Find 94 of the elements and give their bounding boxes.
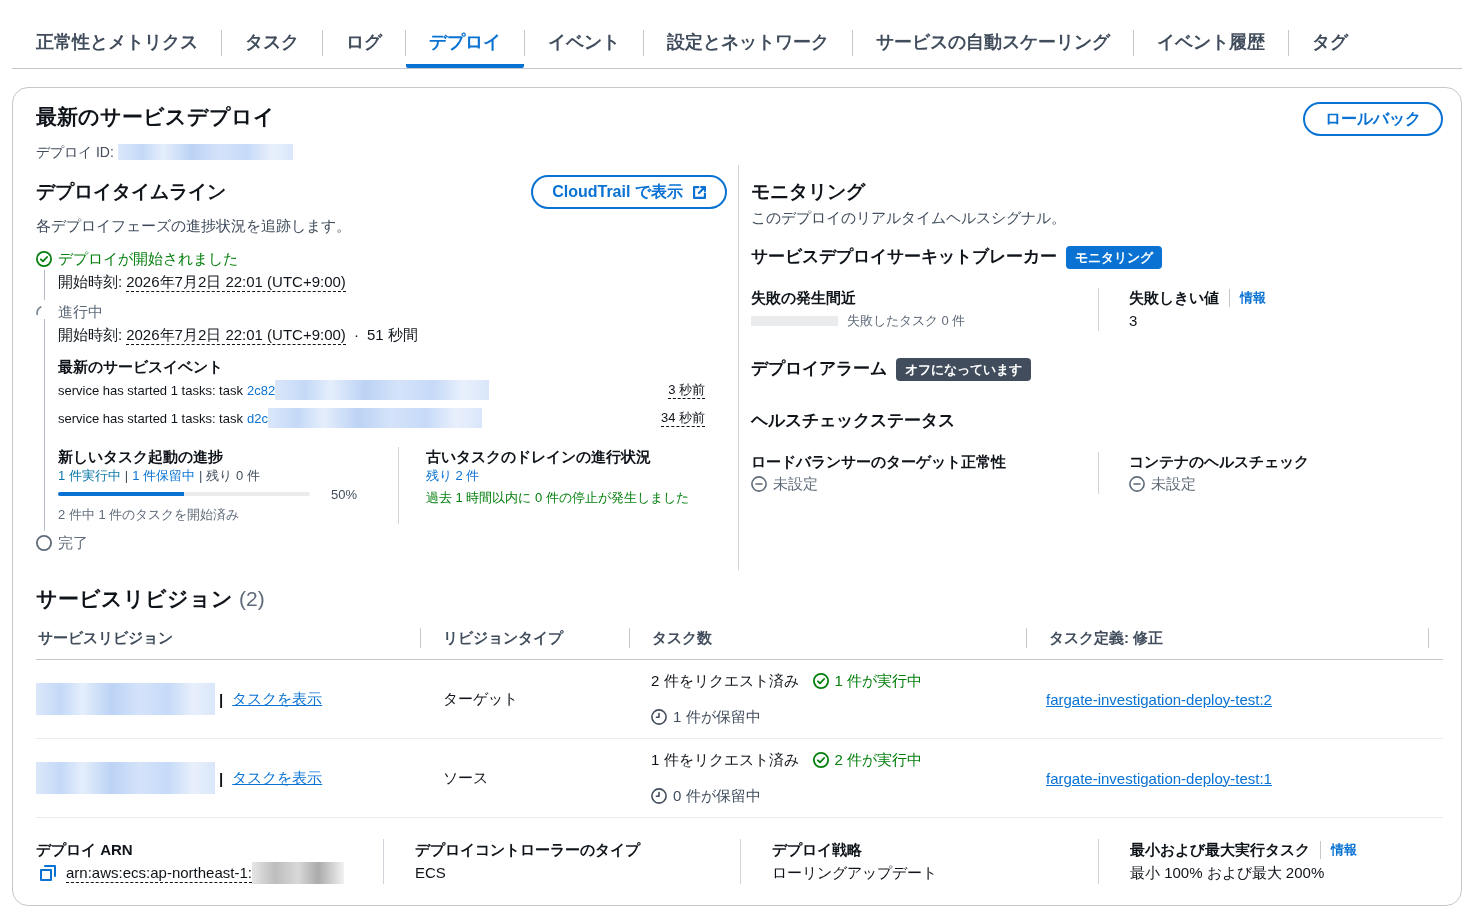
cloudtrail-button[interactable]: CloudTrail で表示 (531, 175, 727, 209)
section-title: デプロイアラーム (751, 358, 887, 380)
clock-icon (651, 788, 667, 804)
section-title: サービスデプロイサーキットブレーカー (751, 246, 1057, 268)
spinner-icon (36, 306, 42, 316)
info-link[interactable]: 情報 (1331, 841, 1357, 859)
minus-circle-icon (751, 476, 767, 492)
section-title: ヘルスチェックステータス (751, 410, 956, 432)
requested-count: 1 件をリクエスト済み (651, 750, 799, 770)
column-header: サービスリビジョン (38, 628, 173, 648)
start-label: 開始時刻: (58, 272, 123, 292)
tab[interactable]: ログ (323, 18, 405, 68)
field-label: 失敗しきい値 (1129, 288, 1219, 308)
field-label: デプロイコントローラーのタイプ (415, 840, 640, 860)
section-description: このデプロイのリアルタイムヘルスシグナル。 (751, 208, 1067, 228)
event-message: service has started 1 tasks: task 2c82 (58, 382, 276, 398)
step-title: 完了 (58, 533, 89, 553)
pending-count: 0 件が保留中 (673, 786, 761, 806)
section-title: モニタリング (751, 180, 867, 204)
step-title: デプロイが開始されました (58, 249, 239, 269)
step-title: 進行中 (58, 302, 104, 322)
field-value: 最小 100% および最大 200% (1130, 863, 1325, 883)
field-label: デプロイ戦略 (772, 840, 862, 860)
check-circle-icon (36, 251, 52, 267)
view-tasks-link[interactable]: タスクを表示 (232, 689, 323, 709)
revision-type: ターゲット (443, 689, 518, 709)
rollback-button[interactable]: ロールバック (1303, 102, 1443, 136)
subsection-title: 古いタスクのドレインの進行状況 (426, 447, 652, 467)
field-label: コンテナのヘルスチェック (1129, 452, 1310, 472)
column-header: タスク数 (652, 628, 712, 648)
tab[interactable]: サービスの自動スケーリング (853, 18, 1133, 68)
revision-type: ソース (443, 768, 488, 788)
check-circle-icon (812, 752, 829, 768)
duration-text: 51 秒間 (366, 325, 418, 345)
item-count: (2) (239, 586, 265, 612)
progress-caption: 2 件中 1 件のタスクを開始済み (58, 506, 241, 524)
separator-text: | (219, 690, 224, 708)
separator-text: | (219, 769, 224, 787)
field-label: デプロイ ARN (36, 840, 133, 860)
task-status-summary: 1 件実行中 | 1 件保留中 | 残り 0 件 (58, 467, 261, 485)
field-value: 3 (1129, 311, 1139, 331)
section-title: デプロイタイムライン (36, 180, 226, 204)
clock-icon (651, 709, 667, 725)
field-label: 最小および最大実行タスク (1130, 840, 1310, 860)
tab[interactable]: タスク (222, 18, 322, 68)
task-link[interactable]: 2c82 (246, 382, 276, 398)
status-badge: モニタリング (1066, 245, 1162, 269)
dot-separator: · (353, 325, 359, 345)
relative-time: 34 秒前 (660, 409, 705, 427)
timestamp: 2026年7月2日 22:01 (UTC+9:00) (126, 272, 346, 292)
running-count: 2 件が実行中 (834, 750, 923, 770)
id-label: デプロイ ID: (36, 143, 114, 162)
field-label: ロードバランサーのターゲット正常性 (751, 452, 1007, 472)
relative-time: 3 秒前 (668, 381, 705, 399)
event-message: service has started 1 tasks: task d2c (58, 410, 268, 426)
subsection-title: 最新のサービスイベント (58, 357, 224, 377)
running-count: 1 件が実行中 (834, 671, 923, 691)
external-link-icon (692, 185, 706, 199)
timestamp: 2026年7月2日 22:01 (UTC+9:00) (126, 325, 346, 345)
tab[interactable]: タグ (1289, 18, 1371, 68)
remaining-count: 残り 2 件 (426, 467, 481, 485)
subsection-title: 新しいタスク起動の進捗 (58, 447, 224, 467)
field-value: ECS (415, 863, 446, 883)
view-tasks-link[interactable]: タスクを表示 (232, 768, 323, 788)
copy-icon (40, 865, 56, 881)
column-header: タスク定義: 修正 (1049, 628, 1164, 648)
arn-text: arn:aws:ecs:ap-northeast-1: (66, 863, 252, 883)
progress-percent: 50% (331, 486, 358, 502)
check-circle-icon (812, 673, 829, 689)
empty-circle-icon (36, 535, 52, 551)
tab[interactable]: デプロイ (406, 18, 524, 68)
status-badge: オフになっています (896, 357, 1031, 381)
drain-note: 過去 1 時間以内に 0 件の停止が発生しました (426, 489, 690, 507)
info-link[interactable]: 情報 (1240, 289, 1266, 307)
field-value: ローリングアップデート (772, 863, 937, 883)
column-header: リビジョンタイプ (443, 628, 563, 648)
start-label: 開始時刻: (58, 325, 123, 345)
tab[interactable]: イベント履歴 (1134, 18, 1288, 68)
tab[interactable]: 正常性とメトリクス (13, 18, 221, 68)
minus-circle-icon (1129, 476, 1145, 492)
failure-count: 失敗したタスク 0 件 (847, 312, 966, 330)
tab[interactable]: 設定とネットワーク (644, 18, 852, 68)
section-description: 各デプロイフェーズの進捗状況を追跡します。 (36, 216, 352, 236)
task-link[interactable]: d2c (246, 410, 268, 426)
panel-title: 最新のサービスデプロイ (36, 104, 276, 130)
section-title: サービスリビジョン (36, 586, 233, 612)
task-definition-link[interactable]: fargate-investigation-deploy-test:1 (1046, 769, 1272, 787)
pending-count: 1 件が保留中 (673, 707, 761, 727)
task-definition-link[interactable]: fargate-investigation-deploy-test:2 (1046, 690, 1272, 708)
status-text: 未設定 (1151, 474, 1196, 494)
tab[interactable]: イベント (525, 18, 643, 68)
status-text: 未設定 (773, 474, 818, 494)
requested-count: 2 件をリクエスト済み (651, 671, 799, 691)
field-label: 失敗の発生間近 (751, 288, 857, 308)
